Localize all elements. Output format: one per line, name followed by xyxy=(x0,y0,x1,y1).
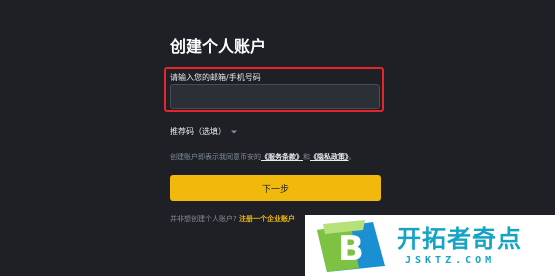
watermark: B 开拓者奇点 JSKTZ.COM xyxy=(305,215,555,276)
watermark-url: JSKTZ.COM xyxy=(405,255,496,266)
privacy-policy-link[interactable]: 《隐私政策》 xyxy=(310,153,349,161)
caret-down-icon xyxy=(231,130,237,133)
business-prompt-text: 并非想创建个人账户? xyxy=(170,215,237,223)
watermark-name: 开拓者奇点 xyxy=(397,225,522,253)
logo-b-icon: B xyxy=(317,220,385,272)
referral-label: 推荐码（选填） xyxy=(170,127,226,136)
terms-suffix: 。 xyxy=(348,153,356,161)
logo-letter: B xyxy=(338,229,364,269)
referral-toggle[interactable]: 推荐码（选填） xyxy=(170,126,238,137)
email-highlight-box xyxy=(164,67,384,112)
terms-and: 和 xyxy=(303,153,310,161)
business-account-link[interactable]: 注册一个企业账户 xyxy=(239,215,295,223)
business-account-prompt: 并非想创建个人账户? 注册一个企业账户 xyxy=(170,214,295,224)
page-title: 创建个人账户 xyxy=(170,37,267,56)
terms-of-service-link[interactable]: 《服务条款》 xyxy=(261,153,303,161)
terms-text: 创建账户即表示我同意币安的《服务条款》和《隐私政策》。 xyxy=(170,152,356,162)
next-button[interactable]: 下一步 xyxy=(170,175,381,201)
terms-prefix: 创建账户即表示我同意币安的 xyxy=(170,153,261,161)
